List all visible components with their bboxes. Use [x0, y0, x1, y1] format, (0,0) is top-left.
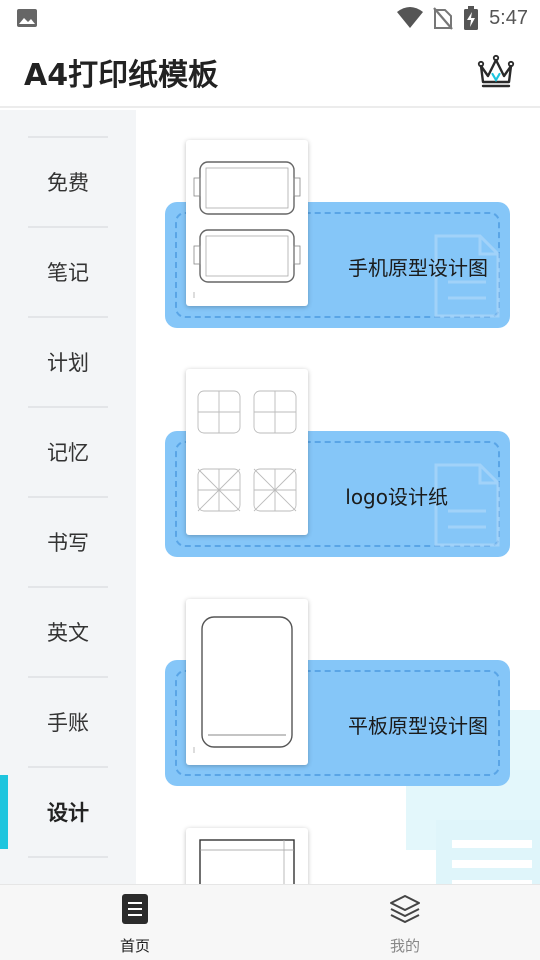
battery-charging-icon: [464, 6, 479, 30]
sidebar-item-label: 手账: [47, 711, 89, 735]
category-sidebar: 免费 笔记 计划 记忆 书写 英文 手账 设计: [0, 110, 136, 884]
layers-icon: [390, 895, 420, 923]
sidebar-item-label: 计划: [47, 351, 89, 375]
sidebar-item-label: 免费: [47, 171, 89, 195]
logo-grid-preview: [197, 390, 297, 512]
nav-label: 我的: [389, 937, 420, 955]
sidebar-divider: [28, 856, 108, 884]
template-thumbnail[interactable]: [186, 599, 308, 765]
nav-label: 首页: [119, 937, 150, 955]
template-list: 手机原型设计图 logo设计纸 平板原型设计图: [136, 110, 540, 884]
no-sim-icon: [433, 7, 453, 30]
status-bar: 5:47: [0, 0, 540, 36]
image-icon: [17, 9, 37, 27]
vip-crown-icon[interactable]: [476, 52, 516, 92]
active-indicator: [0, 775, 8, 849]
app-header: A4打印纸模板: [0, 36, 540, 108]
sidebar-item-label: 书写: [47, 531, 89, 555]
page-title: A4打印纸模板: [24, 58, 219, 93]
sidebar-item-writing[interactable]: 书写: [28, 496, 108, 586]
bottom-navigation: 首页 我的: [0, 884, 540, 960]
status-time: 5:47: [489, 6, 528, 29]
sidebar-item-design[interactable]: 设计: [28, 766, 108, 856]
template-title: 平板原型设计图: [348, 714, 488, 738]
sidebar-item-label: 笔记: [47, 261, 89, 285]
template-title: 手机原型设计图: [348, 256, 488, 280]
sidebar-item-plan[interactable]: 计划: [28, 316, 108, 406]
sidebar-item-label: 英文: [47, 621, 89, 645]
page-sketch-preview: [199, 839, 295, 884]
sidebar-item-memory[interactable]: 记忆: [28, 406, 108, 496]
sidebar-item-free[interactable]: 免费: [28, 136, 108, 226]
sidebar-item-notes[interactable]: 笔记: [28, 226, 108, 316]
wifi-icon: [397, 7, 424, 28]
nav-mine-tab[interactable]: 我的: [345, 885, 465, 960]
sidebar-item-english[interactable]: 英文: [28, 586, 108, 676]
template-thumbnail[interactable]: [186, 140, 308, 306]
template-title: logo设计纸: [345, 485, 448, 509]
nav-home-tab[interactable]: 首页: [75, 885, 195, 960]
template-thumbnail[interactable]: [186, 828, 308, 884]
sidebar-item-label: 记忆: [47, 441, 89, 465]
sidebar-item-label: 设计: [47, 801, 89, 825]
tablet-sketch-preview: [193, 616, 293, 753]
template-thumbnail[interactable]: [186, 369, 308, 535]
phone-sketch-preview: [193, 161, 301, 298]
home-document-icon: [122, 894, 148, 924]
sidebar-item-journal[interactable]: 手账: [28, 676, 108, 766]
